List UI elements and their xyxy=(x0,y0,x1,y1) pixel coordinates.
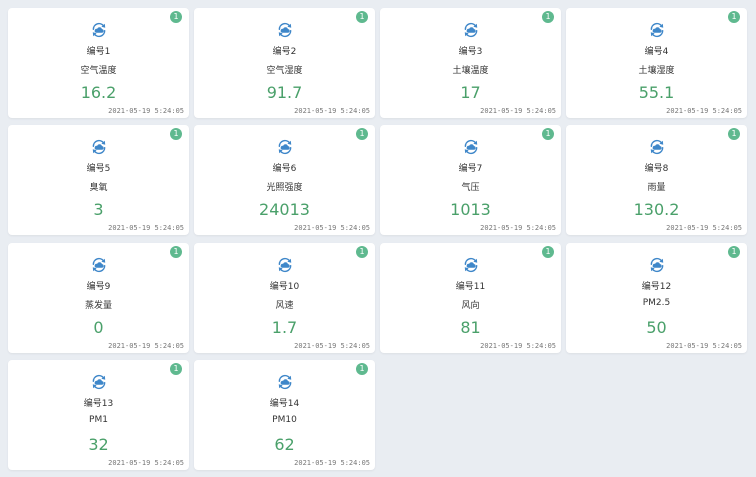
timestamp: 2021-05-19 5:24:05 xyxy=(108,224,184,232)
status-badge: 1 xyxy=(542,11,554,23)
sensor-code: 编号11 xyxy=(455,282,486,292)
sensor-code: 编号14 xyxy=(269,399,300,409)
sensor-name: PM2.5 xyxy=(642,298,671,308)
cloud-sync-icon xyxy=(90,21,108,39)
timestamp: 2021-05-19 5:24:05 xyxy=(294,342,370,350)
timestamp: 2021-05-19 5:24:05 xyxy=(108,459,184,467)
cloud-sync-icon xyxy=(276,373,294,391)
timestamp: 2021-05-19 5:24:05 xyxy=(666,342,742,350)
sensor-value: 0 xyxy=(93,318,104,337)
status-badge: 1 xyxy=(542,246,554,258)
sensor-card-6[interactable]: 1 编号6 光照强度 24013 2021-05-19 5:24:05 xyxy=(194,125,375,235)
sensor-value: 32 xyxy=(88,435,109,454)
sensor-card-12[interactable]: 1 编号12 PM2.5 50 2021-05-19 5:24:05 xyxy=(566,243,747,353)
sensor-name: 风向 xyxy=(461,301,480,311)
timestamp: 2021-05-19 5:24:05 xyxy=(666,224,742,232)
cloud-sync-icon xyxy=(462,21,480,39)
sensor-value: 1013 xyxy=(450,200,491,219)
status-badge: 1 xyxy=(356,11,368,23)
sensor-code: 编号12 xyxy=(641,282,672,292)
sensor-value: 91.7 xyxy=(266,83,303,102)
status-badge: 1 xyxy=(356,363,368,375)
sensor-value: 130.2 xyxy=(633,200,680,219)
sensor-code: 编号1 xyxy=(86,47,111,57)
timestamp: 2021-05-19 5:24:05 xyxy=(294,107,370,115)
cloud-sync-icon xyxy=(648,138,666,156)
sensor-value: 50 xyxy=(646,318,667,337)
sensor-code: 编号10 xyxy=(269,282,300,292)
status-badge: 1 xyxy=(170,11,182,23)
sensor-card-8[interactable]: 1 编号8 雨量 130.2 2021-05-19 5:24:05 xyxy=(566,125,747,235)
sensor-card-14[interactable]: 1 编号14 PM10 62 2021-05-19 5:24:05 xyxy=(194,360,375,470)
cloud-sync-icon xyxy=(90,373,108,391)
cloud-sync-icon xyxy=(90,256,108,274)
sensor-name: 土壤湿度 xyxy=(638,66,675,76)
sensor-card-9[interactable]: 1 编号9 蒸发量 0 2021-05-19 5:24:05 xyxy=(8,243,189,353)
timestamp: 2021-05-19 5:24:05 xyxy=(294,224,370,232)
sensor-name: 风速 xyxy=(275,301,294,311)
sensor-value: 81 xyxy=(460,318,481,337)
sensor-code: 编号4 xyxy=(644,47,669,57)
sensor-value: 17 xyxy=(460,83,481,102)
sensor-name: 空气湿度 xyxy=(266,66,303,76)
sensor-name: 气压 xyxy=(461,183,480,193)
sensor-card-5[interactable]: 1 编号5 臭氧 3 2021-05-19 5:24:05 xyxy=(8,125,189,235)
timestamp: 2021-05-19 5:24:05 xyxy=(666,107,742,115)
cloud-sync-icon xyxy=(648,256,666,274)
timestamp: 2021-05-19 5:24:05 xyxy=(108,342,184,350)
sensor-value: 55.1 xyxy=(638,83,675,102)
sensor-value: 62 xyxy=(274,435,295,454)
sensor-card-4[interactable]: 1 编号4 土壤湿度 55.1 2021-05-19 5:24:05 xyxy=(566,8,747,118)
sensor-code: 编号5 xyxy=(86,164,111,174)
sensor-value: 1.7 xyxy=(271,318,298,337)
cloud-sync-icon xyxy=(276,21,294,39)
sensor-card-2[interactable]: 1 编号2 空气湿度 91.7 2021-05-19 5:24:05 xyxy=(194,8,375,118)
sensor-value: 24013 xyxy=(259,200,310,219)
sensor-card-10[interactable]: 1 编号10 风速 1.7 2021-05-19 5:24:05 xyxy=(194,243,375,353)
cloud-sync-icon xyxy=(276,138,294,156)
timestamp: 2021-05-19 5:24:05 xyxy=(294,459,370,467)
sensor-name: PM10 xyxy=(272,415,297,425)
cloud-sync-icon xyxy=(462,256,480,274)
sensor-value: 16.2 xyxy=(80,83,117,102)
status-badge: 1 xyxy=(170,246,182,258)
sensor-code: 编号9 xyxy=(86,282,111,292)
timestamp: 2021-05-19 5:24:05 xyxy=(108,107,184,115)
sensor-name: 臭氧 xyxy=(89,183,108,193)
sensor-code: 编号2 xyxy=(272,47,297,57)
timestamp: 2021-05-19 5:24:05 xyxy=(480,342,556,350)
sensor-code: 编号13 xyxy=(83,399,114,409)
sensor-code: 编号7 xyxy=(458,164,483,174)
sensor-card-7[interactable]: 1 编号7 气压 1013 2021-05-19 5:24:05 xyxy=(380,125,561,235)
sensor-card-11[interactable]: 1 编号11 风向 81 2021-05-19 5:24:05 xyxy=(380,243,561,353)
status-badge: 1 xyxy=(728,246,740,258)
sensor-card-1[interactable]: 1 编号1 空气温度 16.2 2021-05-19 5:24:05 xyxy=(8,8,189,118)
sensor-card-grid: 1 编号1 空气温度 16.2 2021-05-19 5:24:05 1 编号2… xyxy=(0,0,756,477)
sensor-name: 雨量 xyxy=(647,183,666,193)
sensor-code: 编号8 xyxy=(644,164,669,174)
status-badge: 1 xyxy=(356,246,368,258)
sensor-name: 蒸发量 xyxy=(84,301,112,311)
sensor-value: 3 xyxy=(93,200,104,219)
sensor-code: 编号3 xyxy=(458,47,483,57)
cloud-sync-icon xyxy=(90,138,108,156)
status-badge: 1 xyxy=(728,128,740,140)
sensor-name: 光照强度 xyxy=(266,183,303,193)
sensor-name: 空气温度 xyxy=(80,66,117,76)
cloud-sync-icon xyxy=(276,256,294,274)
sensor-code: 编号6 xyxy=(272,164,297,174)
status-badge: 1 xyxy=(728,11,740,23)
cloud-sync-icon xyxy=(462,138,480,156)
cloud-sync-icon xyxy=(648,21,666,39)
sensor-name: 土壤温度 xyxy=(452,66,489,76)
status-badge: 1 xyxy=(542,128,554,140)
sensor-card-3[interactable]: 1 编号3 土壤温度 17 2021-05-19 5:24:05 xyxy=(380,8,561,118)
status-badge: 1 xyxy=(170,128,182,140)
status-badge: 1 xyxy=(170,363,182,375)
status-badge: 1 xyxy=(356,128,368,140)
sensor-name: PM1 xyxy=(89,415,108,425)
sensor-card-13[interactable]: 1 编号13 PM1 32 2021-05-19 5:24:05 xyxy=(8,360,189,470)
timestamp: 2021-05-19 5:24:05 xyxy=(480,224,556,232)
timestamp: 2021-05-19 5:24:05 xyxy=(480,107,556,115)
